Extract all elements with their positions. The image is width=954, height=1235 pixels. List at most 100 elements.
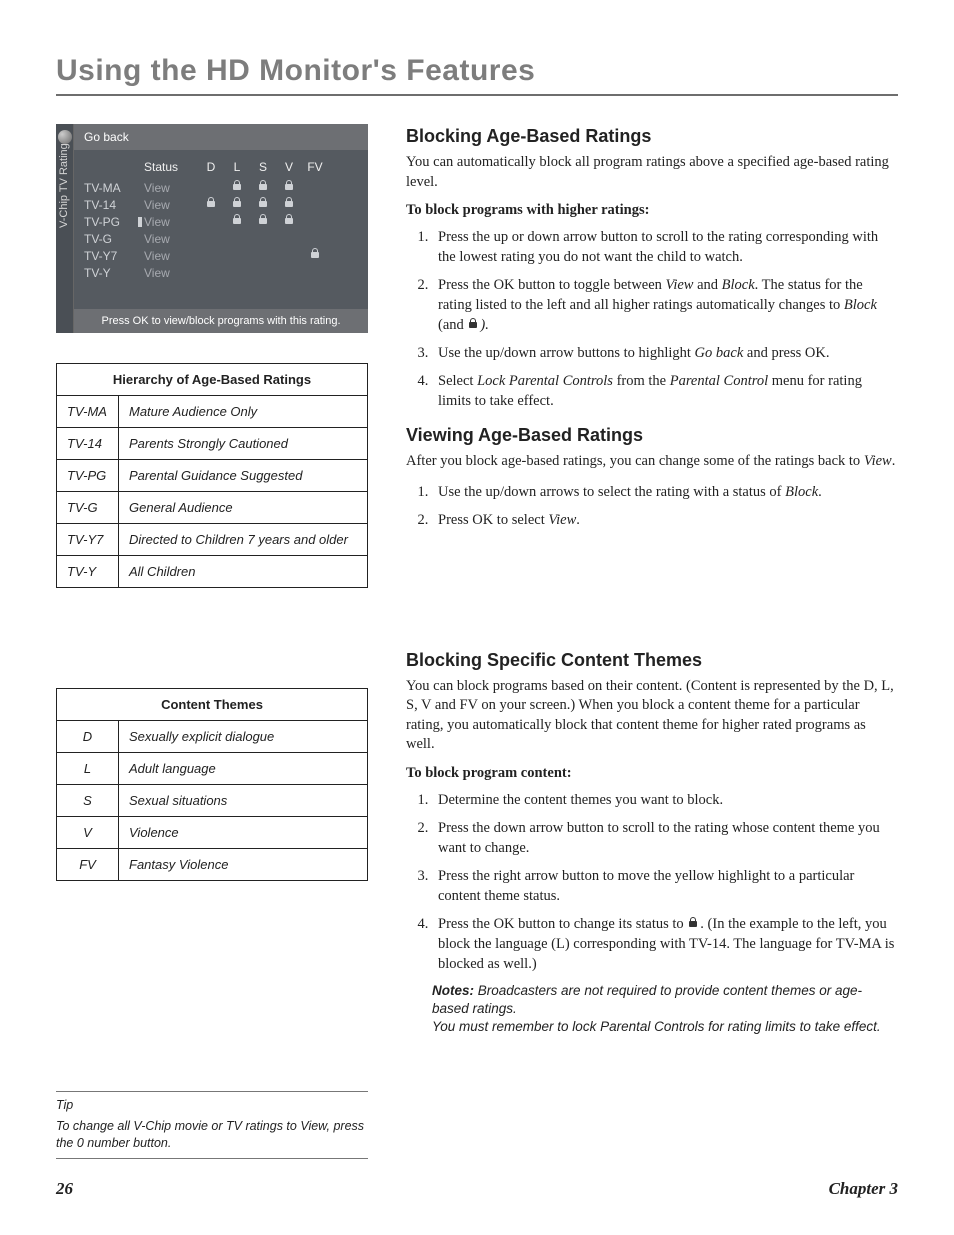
status-value: View xyxy=(144,215,198,229)
table-row: FVFantasy Violence xyxy=(57,849,368,881)
theme-code: S xyxy=(57,785,119,817)
s3-step2: Press the down arrow button to scroll to… xyxy=(432,818,898,858)
col-fv: FV xyxy=(302,160,328,174)
lock-icon xyxy=(283,180,295,192)
theme-desc: Sexual situations xyxy=(119,785,368,817)
rating-desc: General Audience xyxy=(119,492,368,524)
lock-icon xyxy=(468,318,479,329)
table-row: DSexually explicit dialogue xyxy=(57,721,368,753)
col-status: Status xyxy=(144,160,198,174)
lock-icon xyxy=(231,180,243,192)
vchip-footer: Press OK to view/block programs with thi… xyxy=(74,309,368,333)
vchip-row-tv-y[interactable]: TV-YView xyxy=(84,264,358,281)
status-value: View xyxy=(144,266,198,280)
theme-desc: Fantasy Violence xyxy=(119,849,368,881)
section2-intro: After you block age-based ratings, you c… xyxy=(406,452,898,472)
rating-desc: Parents Strongly Cautioned xyxy=(119,428,368,460)
section3-steps: Determine the content themes you want to… xyxy=(406,790,898,974)
lock-icon xyxy=(257,197,269,209)
lock-icon xyxy=(257,180,269,192)
rating-code: TV-14 xyxy=(57,428,119,460)
col-d: D xyxy=(198,160,224,174)
table-row: VViolence xyxy=(57,817,368,849)
s1-step1: Press the up or down arrow button to scr… xyxy=(432,227,898,267)
vchip-side-label: V-Chip TV Rating xyxy=(58,143,70,228)
theme-desc: Adult language xyxy=(119,753,368,785)
vchip-panel: V-Chip TV Rating Go back StatusDLSVFVTV-… xyxy=(56,124,368,333)
rating-desc: All Children xyxy=(119,556,368,588)
lock-icon xyxy=(231,214,243,226)
tip-rule-top xyxy=(56,1091,368,1092)
page-number: 26 xyxy=(56,1179,73,1199)
s3-step4: Press the OK button to change its status… xyxy=(432,914,898,974)
theme-code: D xyxy=(57,721,119,753)
s2-step2: Press OK to select View. xyxy=(432,510,898,530)
section1-intro: You can automatically block all program … xyxy=(406,153,898,192)
section1-subhead: To block programs with higher ratings: xyxy=(406,202,898,219)
hierarchy-table-title: Hierarchy of Age-Based Ratings xyxy=(57,364,368,396)
vchip-sidebar: V-Chip TV Rating xyxy=(56,124,74,333)
tip-body: To change all V-Chip movie or TV ratings… xyxy=(56,1118,368,1152)
themes-table: Content Themes DSexually explicit dialog… xyxy=(56,688,368,881)
status-value: View xyxy=(144,181,198,195)
section1-steps: Press the up or down arrow button to scr… xyxy=(406,227,898,411)
vchip-row-tv-ma[interactable]: TV-MAView xyxy=(84,179,358,196)
chapter-title: Using the HD Monitor's Features xyxy=(56,54,898,88)
table-row: SSexual situations xyxy=(57,785,368,817)
section3-intro: You can block programs based on their co… xyxy=(406,677,898,755)
rating-label: TV-Y xyxy=(84,266,144,280)
lock-icon xyxy=(231,197,243,209)
table-row: TV-YAll Children xyxy=(57,556,368,588)
table-row: TV-PGParental Guidance Suggested xyxy=(57,460,368,492)
table-row: TV-14Parents Strongly Cautioned xyxy=(57,428,368,460)
section2-heading: Viewing Age-Based Ratings xyxy=(406,425,898,446)
status-value: View xyxy=(144,198,198,212)
rating-label: TV-PG xyxy=(84,215,144,229)
theme-desc: Sexually explicit dialogue xyxy=(119,721,368,753)
rating-code: TV-G xyxy=(57,492,119,524)
lock-icon xyxy=(257,214,269,226)
table-row: TV-GGeneral Audience xyxy=(57,492,368,524)
table-row: LAdult language xyxy=(57,753,368,785)
section1-heading: Blocking Age-Based Ratings xyxy=(406,126,898,147)
rating-desc: Directed to Children 7 years and older xyxy=(119,524,368,556)
chapter-label: Chapter 3 xyxy=(829,1179,898,1199)
lock-icon xyxy=(283,197,295,209)
rating-desc: Parental Guidance Suggested xyxy=(119,460,368,492)
theme-code: V xyxy=(57,817,119,849)
theme-code: FV xyxy=(57,849,119,881)
tip-rule-bottom xyxy=(56,1158,368,1159)
col-l: L xyxy=(224,160,250,174)
globe-icon xyxy=(58,130,72,144)
table-row: TV-Y7Directed to Children 7 years and ol… xyxy=(57,524,368,556)
tip-block: Tip To change all V-Chip movie or TV rat… xyxy=(56,1091,368,1159)
lock-icon xyxy=(688,917,699,928)
rating-label: TV-G xyxy=(84,232,144,246)
theme-code: L xyxy=(57,753,119,785)
status-value: View xyxy=(144,232,198,246)
s3-step1: Determine the content themes you want to… xyxy=(432,790,898,810)
rating-label: TV-14 xyxy=(84,198,144,212)
chapter-rule xyxy=(56,94,898,96)
s3-step3: Press the right arrow button to move the… xyxy=(432,866,898,906)
vchip-row-tv-pg[interactable]: TV-PGView xyxy=(84,213,358,230)
rating-label: TV-MA xyxy=(84,181,144,195)
col-s: S xyxy=(250,160,276,174)
section2-steps: Use the up/down arrows to select the rat… xyxy=(406,482,898,530)
vchip-row-tv-y7[interactable]: TV-Y7View xyxy=(84,247,358,264)
s1-step2: Press the OK button to toggle between Vi… xyxy=(432,275,898,335)
rating-code: TV-Y xyxy=(57,556,119,588)
hierarchy-table: Hierarchy of Age-Based Ratings TV-MAMatu… xyxy=(56,363,368,588)
vchip-row-tv-14[interactable]: TV-14View xyxy=(84,196,358,213)
vchip-row-tv-g[interactable]: TV-GView xyxy=(84,230,358,247)
s1-step4: Select Lock Parental Controls from the P… xyxy=(432,371,898,411)
rating-desc: Mature Audience Only xyxy=(119,396,368,428)
rating-code: TV-PG xyxy=(57,460,119,492)
cursor-icon xyxy=(138,217,142,227)
lock-icon xyxy=(309,248,321,260)
section3-heading: Blocking Specific Content Themes xyxy=(406,650,898,671)
lock-icon xyxy=(283,214,295,226)
tip-label: Tip xyxy=(56,1098,368,1112)
theme-desc: Violence xyxy=(119,817,368,849)
go-back-row[interactable]: Go back xyxy=(74,124,368,150)
